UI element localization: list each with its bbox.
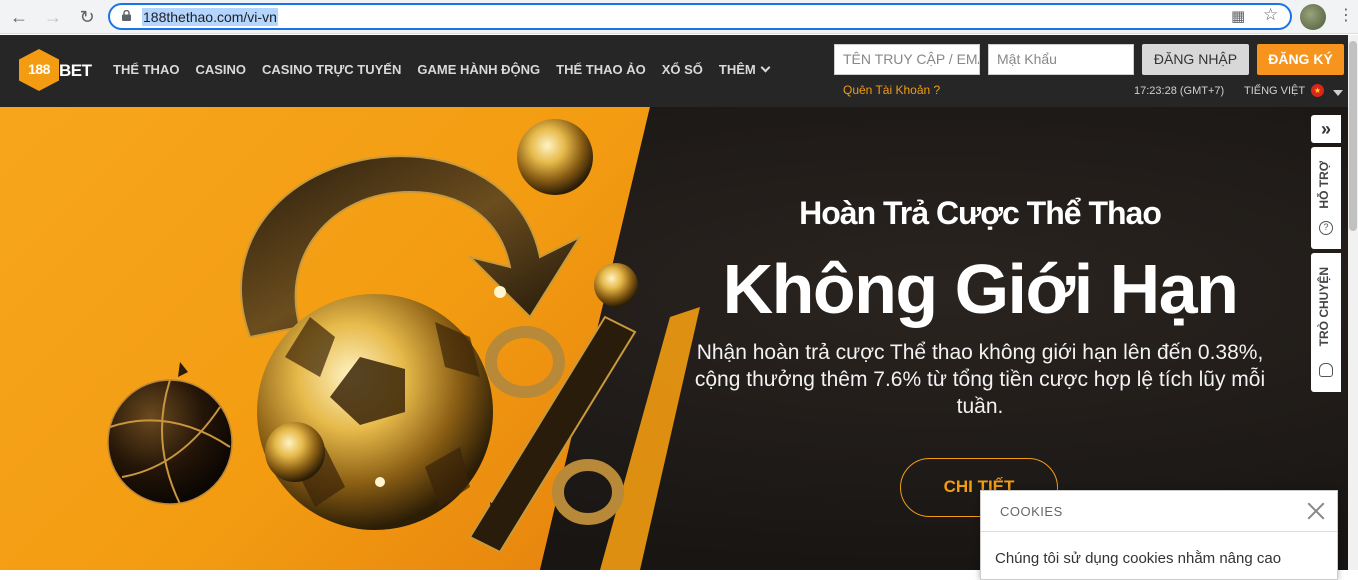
browser-toolbar: ← → ↻ 188thethao.com/vi-vn ▦ ☆ ⋮ bbox=[0, 0, 1358, 34]
menu-kebab-icon[interactable]: ⋮ bbox=[1338, 5, 1354, 25]
hero-subtitle: Hoàn Trả Cược Thể Thao bbox=[799, 195, 1162, 231]
hero-description: Nhận hoàn trả cược Thể thao không giới h… bbox=[694, 341, 1266, 418]
site-header: 188 BET THỂ THAO CASINO CASINO TRỰC TUYẾ… bbox=[0, 35, 1348, 107]
nav-item-more[interactable]: THÊM bbox=[718, 62, 771, 77]
nav-item-live-casino[interactable]: CASINO TRỰC TUYẾN bbox=[262, 62, 401, 77]
chat-tab-label: TRÒ CHUYỆN bbox=[1317, 267, 1331, 347]
star-bookmark-icon[interactable]: ☆ bbox=[1263, 5, 1278, 25]
scrollbar[interactable] bbox=[1348, 35, 1358, 570]
cookie-header: COOKIES bbox=[981, 491, 1337, 532]
hero-artwork bbox=[107, 119, 638, 554]
logo[interactable]: 188 BET bbox=[19, 49, 92, 91]
caret-down-icon[interactable] bbox=[1333, 90, 1343, 96]
vietnam-flag-icon[interactable]: ★ bbox=[1311, 84, 1324, 97]
close-icon[interactable] bbox=[1305, 500, 1327, 522]
nav-item-more-label: THÊM bbox=[718, 62, 756, 77]
profile-avatar[interactable] bbox=[1300, 4, 1326, 30]
logo-text: BET bbox=[59, 61, 92, 80]
hero-title: Không Giới Hạn bbox=[722, 250, 1239, 328]
clock-text: 17:23:28 (GMT+7) bbox=[1134, 85, 1225, 97]
support-tab-label: HỖ TRỢ bbox=[1317, 161, 1331, 209]
nav-item-lottery[interactable]: XỔ SỐ bbox=[662, 62, 703, 77]
forward-icon[interactable]: → bbox=[40, 4, 66, 30]
chevron-down-icon bbox=[760, 62, 771, 73]
nav-item-casino[interactable]: CASINO bbox=[195, 62, 246, 77]
cookie-popup: COOKIES Chúng tôi sử dụng cookies nhằm n… bbox=[980, 490, 1338, 580]
support-tab[interactable]: HỖ TRỢ ? bbox=[1311, 147, 1341, 249]
forgot-account-link[interactable]: Quên Tài Khoản ? bbox=[843, 83, 940, 97]
main-nav: THỂ THAO CASINO CASINO TRỰC TUYẾN GAME H… bbox=[113, 62, 771, 77]
register-button[interactable]: ĐĂNG KÝ bbox=[1257, 44, 1344, 75]
address-bar[interactable]: 188thethao.com/vi-vn ▦ ☆ bbox=[108, 3, 1292, 30]
question-circle-icon: ? bbox=[1319, 221, 1333, 235]
scrollbar-thumb[interactable] bbox=[1349, 41, 1357, 231]
url-text[interactable]: 188thethao.com/vi-vn bbox=[142, 8, 278, 26]
username-input[interactable]: TÊN TRUY CẬP / EMAIL bbox=[834, 44, 980, 75]
language-selector[interactable]: TIẾNG VIỆT bbox=[1244, 85, 1305, 97]
reload-icon[interactable]: ↻ bbox=[74, 4, 100, 30]
login-button[interactable]: ĐĂNG NHẬP bbox=[1142, 44, 1249, 75]
nav-item-action-games[interactable]: GAME HÀNH ĐỘNG bbox=[417, 62, 540, 77]
cookie-body-text: Chúng tôi sử dụng cookies nhằm nâng cao bbox=[995, 550, 1282, 567]
chat-tab[interactable]: TRÒ CHUYỆN bbox=[1311, 253, 1341, 392]
side-panel-toggle-icon[interactable]: » bbox=[1311, 115, 1341, 143]
password-input[interactable]: Mật Khẩu bbox=[988, 44, 1134, 75]
lock-icon bbox=[122, 10, 131, 21]
nav-item-virtual-sports[interactable]: THỂ THAO ẢO bbox=[556, 62, 646, 77]
logo-number: 188 bbox=[28, 61, 50, 77]
headset-icon bbox=[1319, 363, 1333, 377]
nav-item-sports[interactable]: THỂ THAO bbox=[113, 62, 179, 77]
back-icon[interactable]: ← bbox=[6, 4, 32, 30]
cookie-title: COOKIES bbox=[1000, 504, 1063, 519]
qr-code-icon[interactable]: ▦ bbox=[1231, 7, 1245, 25]
